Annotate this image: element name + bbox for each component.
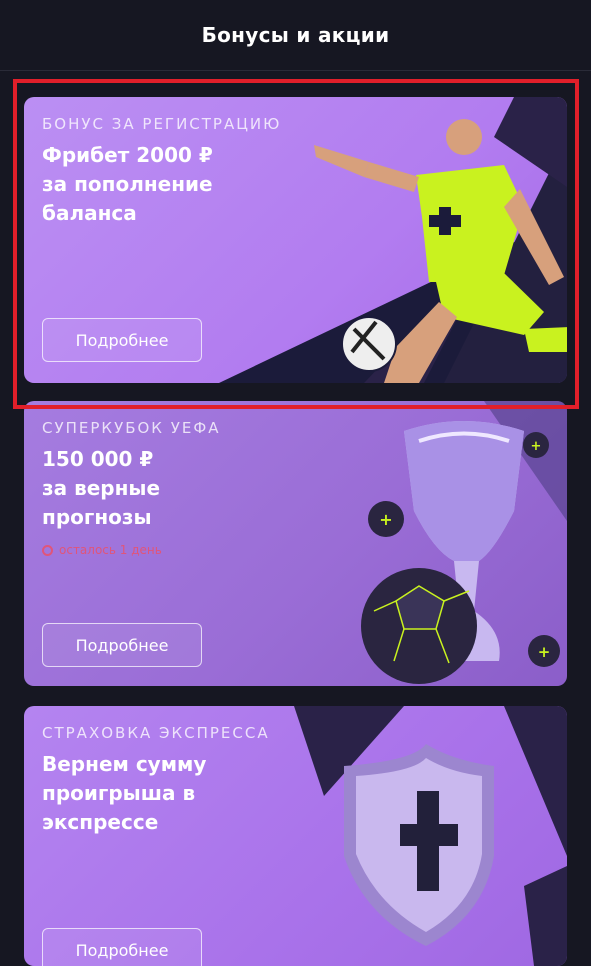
svg-text:+: + [531,439,542,454]
headline-line: баланса [42,201,137,225]
promo-card-supercup[interactable]: + + + СУПЕРКУБОК УЕФА 150 000 ₽ за верны… [24,401,567,686]
promo-card-registration-bonus[interactable]: БОНУС ЗА РЕГИСТРАЦИЮ Фрибет 2000 ₽ за по… [24,97,567,383]
headline-line: Фрибет 2000 ₽ [42,143,213,167]
headline-line: Вернем сумму [42,752,207,776]
promo-category: СУПЕРКУБОК УЕФА [42,419,221,437]
timer-text: осталось 1 день [59,543,162,557]
svg-text:+: + [379,510,392,529]
headline-line: за верные [42,476,161,500]
svg-text:+: + [538,643,551,661]
headline-line: 150 000 ₽ [42,447,154,471]
promo-headline: 150 000 ₽ за верные прогнозы [42,445,342,532]
headline-line: проигрыша в [42,781,196,805]
headline-line: экспрессе [42,810,159,834]
top-header: Бонусы и акции [0,0,591,71]
details-button[interactable]: Подробнее [42,318,202,362]
promo-headline: Фрибет 2000 ₽ за пополнение баланса [42,141,342,228]
promo-card-express-insurance[interactable]: СТРАХОВКА ЭКСПРЕССА Вернем сумму проигры… [24,706,567,966]
headline-line: прогнозы [42,505,152,529]
promo-timer: осталось 1 день [42,543,162,557]
page-title: Бонусы и акции [201,23,390,47]
promo-headline: Вернем сумму проигрыша в экспрессе [42,750,342,837]
promo-category: БОНУС ЗА РЕГИСТРАЦИЮ [42,115,282,133]
details-button[interactable]: Подробнее [42,623,202,667]
promo-category: СТРАХОВКА ЭКСПРЕССА [42,724,270,742]
details-button[interactable]: Подробнее [42,928,202,966]
headline-line: за пополнение [42,172,213,196]
clock-icon [42,544,53,556]
